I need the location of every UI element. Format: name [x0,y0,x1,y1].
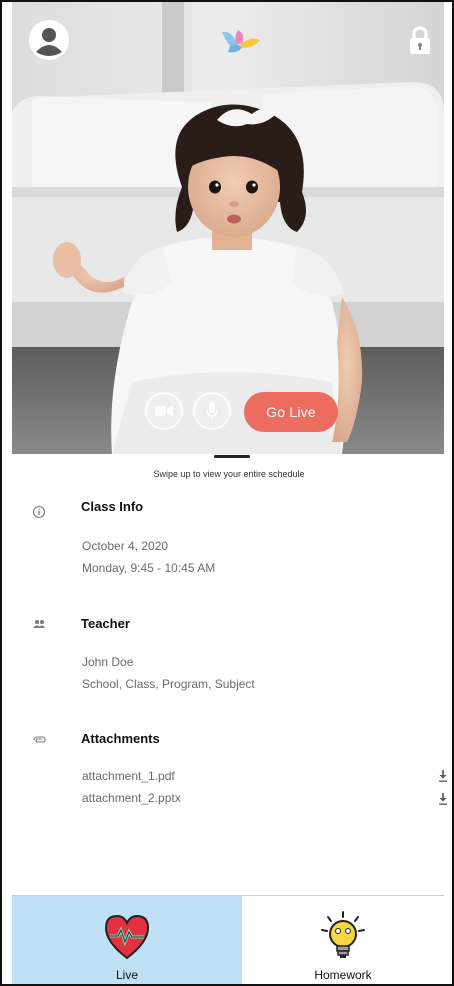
microphone-icon [206,402,218,420]
download-icon[interactable] [438,793,448,805]
download-icon[interactable] [438,770,448,782]
class-time: Monday, 9:45 - 10:45 AM [82,561,216,575]
teacher-name: John Doe [82,655,134,669]
paperclip-icon [33,736,46,743]
camera-toggle-button[interactable] [145,392,183,430]
video-frame-image [12,2,444,454]
tab-live[interactable]: Live [12,896,242,984]
user-icon [29,20,69,60]
swipe-hint-text: Swipe up to view your entire schedule [153,469,305,479]
info-icon [33,506,45,518]
microphone-toggle-button[interactable] [193,392,231,430]
attachment-item[interactable]: attachment_2.pptx [82,791,181,805]
people-icon [33,620,45,628]
go-live-button[interactable]: Go Live [244,392,338,432]
attachment-item[interactable]: attachment_1.pdf [82,769,175,783]
class-info-title: Class Info [81,499,144,514]
teacher-title: Teacher [81,616,130,631]
video-preview: Go Live [12,2,444,454]
profile-avatar-button[interactable] [29,20,69,60]
app-logo-icon [222,30,260,53]
attachments-title: Attachments [81,731,160,746]
lock-icon[interactable] [408,26,432,56]
app-screen: Go Live Swipe up to view your entire sch… [0,0,454,986]
lightbulb-icon [321,911,365,958]
sheet-drag-handle[interactable] [214,455,250,458]
teacher-details: School, Class, Program, Subject [82,677,255,691]
class-date: October 4, 2020 [82,539,169,553]
tab-homework[interactable]: Homework [242,896,444,984]
video-camera-icon [155,405,173,417]
tab-live-label: Live [115,968,138,982]
heart-icon [104,914,150,960]
tab-homework-label: Homework [314,968,372,982]
